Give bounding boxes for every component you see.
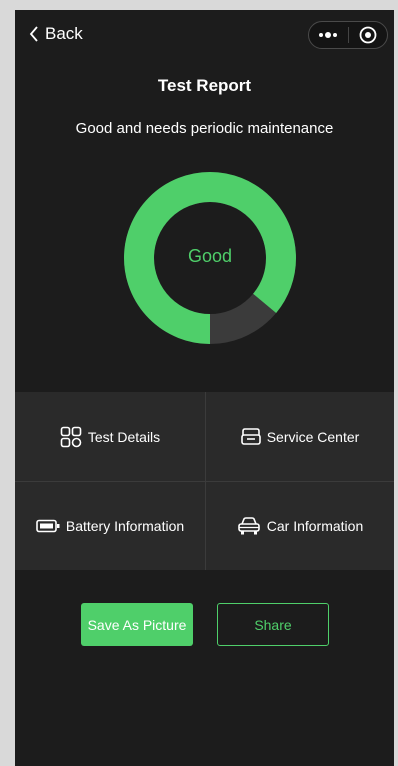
app-screen: Back Test Report Good and needs periodic… — [15, 10, 394, 766]
target-close-icon — [359, 26, 377, 44]
page-title: Test Report — [157, 76, 252, 95]
menu-grid: Test Details Service Center Battery Info… — [15, 392, 394, 570]
car-information-button[interactable]: Car Information — [205, 481, 394, 570]
share-button[interactable]: Share — [217, 603, 329, 646]
car-information-label: Car Information — [266, 518, 364, 534]
report-summary: Good and needs periodic maintenance — [75, 120, 334, 137]
car-icon — [237, 517, 260, 535]
test-details-button[interactable]: Test Details — [15, 392, 205, 481]
service-center-label: Service Center — [266, 428, 360, 445]
grid-icon — [60, 426, 82, 447]
mini-program-capsule — [308, 21, 388, 49]
back-button[interactable]: Back — [29, 24, 83, 44]
top-bar: Back — [15, 10, 394, 60]
gauge-status-label: Good — [187, 246, 233, 266]
service-center-button[interactable]: Service Center — [205, 392, 394, 481]
more-button[interactable] — [309, 22, 348, 48]
battery-information-button[interactable]: Battery Information — [15, 481, 205, 570]
test-details-label: Test Details — [87, 428, 161, 445]
battery-icon — [36, 519, 60, 533]
back-label: Back — [45, 24, 83, 43]
more-dots-icon — [319, 32, 338, 38]
close-button[interactable] — [349, 22, 388, 48]
chevron-left-icon — [29, 26, 38, 42]
service-icon — [240, 427, 261, 445]
save-as-picture-button[interactable]: Save As Picture — [81, 603, 193, 646]
battery-information-label: Battery Information — [65, 518, 185, 534]
